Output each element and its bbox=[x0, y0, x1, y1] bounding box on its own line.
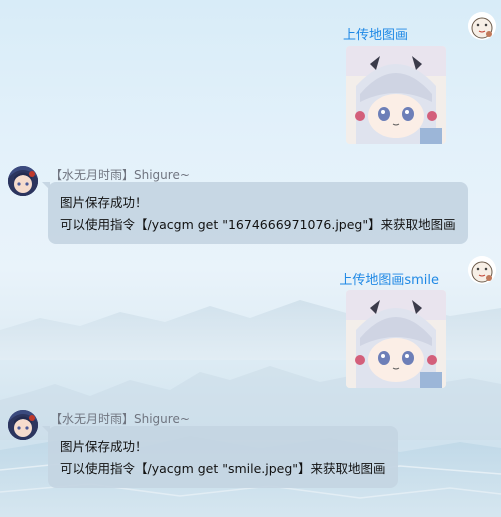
message-incoming-2: 【水无月时雨】Shigure~ 图片保存成功！ 可以使用指令【/yacgm ge… bbox=[0, 404, 501, 504]
message-incoming-1: 【水无月时雨】Shigure~ 图片保存成功！ 可以使用指令【/yacgm ge… bbox=[0, 160, 501, 250]
message-bubble[interactable]: 图片保存成功！ 可以使用指令【/yacgm get "smile.jpeg"】来… bbox=[42, 426, 398, 488]
sender-name[interactable]: 【水无月时雨】Shigure~ bbox=[50, 410, 190, 427]
sender-name[interactable]: 【水无月时雨】Shigure~ bbox=[50, 166, 190, 183]
anime-character-avatar-icon[interactable] bbox=[8, 410, 38, 440]
message-outgoing-1: 上传地图画 bbox=[0, 0, 501, 150]
anime-girl-sticker-icon[interactable] bbox=[346, 290, 446, 388]
bubble-tail bbox=[42, 182, 50, 190]
cartoon-sticker-avatar-icon[interactable] bbox=[468, 12, 496, 40]
message-line: 图片保存成功！ bbox=[60, 195, 148, 210]
message-line: 可以使用指令【/yacgm get "smile.jpeg"】来获取地图画 bbox=[60, 461, 386, 476]
message-line: 图片保存成功！ bbox=[60, 439, 148, 454]
message-line: 可以使用指令【/yacgm get "1674666971076.jpeg"】来… bbox=[60, 217, 456, 232]
message-bubble[interactable]: 图片保存成功！ 可以使用指令【/yacgm get "1674666971076… bbox=[42, 182, 468, 244]
bubble-tail bbox=[42, 426, 50, 434]
sender-name[interactable]: 上传地图画 bbox=[343, 24, 408, 43]
anime-character-avatar-icon[interactable] bbox=[8, 166, 38, 196]
anime-girl-sticker-icon[interactable] bbox=[346, 46, 446, 144]
cartoon-sticker-avatar-icon[interactable] bbox=[468, 256, 496, 284]
message-outgoing-2: 上传地图画smile bbox=[0, 244, 501, 394]
sender-name[interactable]: 上传地图画smile bbox=[339, 269, 439, 288]
